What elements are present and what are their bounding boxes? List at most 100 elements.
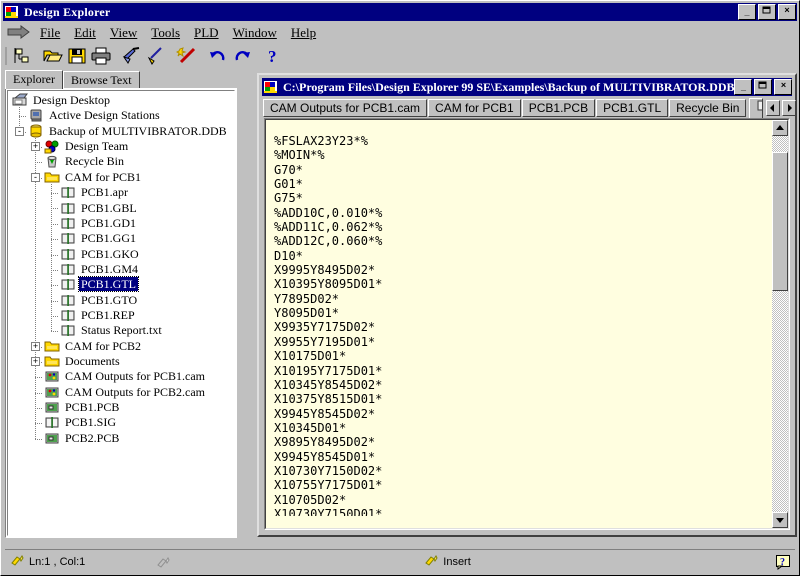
tree-item-label: Documents bbox=[63, 354, 122, 368]
desktop-icon bbox=[12, 93, 29, 108]
open-folder-icon[interactable] bbox=[42, 45, 64, 67]
folder-icon bbox=[44, 339, 61, 354]
tree-item[interactable]: CAM Outputs for PCB1.cam bbox=[8, 369, 234, 384]
scroll-up-button[interactable] bbox=[772, 120, 788, 136]
menu-item-edit[interactable]: Edit bbox=[67, 24, 103, 42]
tree-item-label: PCB1.REP bbox=[79, 308, 137, 322]
tree-item-label: PCB1.PCB bbox=[63, 400, 121, 414]
minimize-button[interactable]: _ bbox=[738, 4, 756, 20]
document-close-button[interactable]: × bbox=[774, 79, 792, 95]
undo-icon[interactable] bbox=[207, 45, 229, 67]
tree-item[interactable]: PCB1.GTO bbox=[8, 293, 234, 308]
document-icon bbox=[60, 201, 77, 216]
tree-expander[interactable]: + bbox=[31, 357, 40, 366]
document-title: C:\Program Files\Design Explorer 99 SE\E… bbox=[283, 80, 734, 95]
document-close-glyph: × bbox=[775, 79, 791, 91]
sig-icon bbox=[44, 415, 61, 430]
tree-item[interactable]: + Design Team bbox=[8, 139, 234, 154]
document-title-bar: C:\Program Files\Design Explorer 99 SE\E… bbox=[262, 78, 792, 96]
tree-item-label: PCB1.SIG bbox=[63, 415, 118, 429]
minimize-glyph: _ bbox=[739, 6, 755, 18]
tab-scroll-left-button[interactable] bbox=[766, 100, 780, 116]
menu-item-pld[interactable]: PLD bbox=[187, 24, 226, 42]
tree-item[interactable]: PCB1.GG1 bbox=[8, 231, 234, 246]
tree-item-label: Design Team bbox=[63, 139, 130, 153]
new-design-icon[interactable] bbox=[11, 45, 33, 67]
save-icon[interactable] bbox=[66, 45, 88, 67]
document-minimize-button[interactable]: _ bbox=[734, 79, 752, 95]
tree-item[interactable]: Design Desktop bbox=[8, 93, 234, 108]
insert-mode-icon bbox=[425, 555, 438, 569]
tree-expander[interactable]: - bbox=[31, 173, 40, 182]
help-icon[interactable]: ? bbox=[262, 45, 284, 67]
paste-icon[interactable] bbox=[145, 45, 167, 67]
tree-item[interactable]: -Backup of MULTIVIBRATOR.DDB bbox=[8, 124, 234, 139]
toolbar-separator-5 bbox=[254, 45, 261, 67]
document-tab[interactable]: CAM Outputs for PCB1.cam bbox=[263, 99, 427, 117]
status-bar: Ln:1 , Col:1 Insert ? bbox=[3, 551, 797, 573]
tree-item[interactable]: CAM Outputs for PCB2.cam bbox=[8, 385, 234, 400]
editor-vertical-scrollbar[interactable] bbox=[772, 120, 788, 528]
station-icon bbox=[28, 108, 45, 123]
document-tab[interactable]: Recycle Bin bbox=[669, 99, 746, 117]
folder-icon bbox=[44, 354, 61, 369]
tree-item[interactable]: PCB1.GM4 bbox=[8, 262, 234, 277]
scroll-up-arrow-icon bbox=[773, 121, 787, 135]
status-position-text: Ln:1 , Col:1 bbox=[29, 556, 85, 568]
tree-item[interactable]: PCB1.apr bbox=[8, 185, 234, 200]
menu-item-help[interactable]: Help bbox=[284, 24, 323, 42]
tree-item[interactable]: PCB1.GTL bbox=[8, 277, 234, 292]
pencil-grey-icon bbox=[157, 552, 170, 572]
tab-browse-text[interactable]: Browse Text bbox=[63, 71, 140, 89]
toolbar-separator-4 bbox=[199, 45, 206, 67]
tree-view[interactable]: Design DesktopActive Design Stations-Bac… bbox=[7, 90, 235, 536]
tree-item[interactable]: PCB1.GKO bbox=[8, 247, 234, 262]
menu-drag-handle-icon[interactable] bbox=[5, 24, 33, 42]
tab-explorer[interactable]: Explorer bbox=[5, 70, 63, 89]
tree-item[interactable]: PCB1.GD1 bbox=[8, 216, 234, 231]
document-restore-button[interactable] bbox=[754, 79, 772, 95]
help-question-icon[interactable]: ? bbox=[776, 555, 791, 570]
document-tab-active[interactable]: PCB1.GTL bbox=[749, 98, 763, 118]
tree-expander[interactable]: - bbox=[15, 127, 24, 136]
tree-item[interactable]: PCB1.GBL bbox=[8, 201, 234, 216]
explorer-tabs: Explorer Browse Text bbox=[5, 70, 140, 89]
document-tab[interactable]: CAM for PCB1 bbox=[428, 99, 521, 117]
explorer-panel: Explorer Browse Text Design DesktopActiv… bbox=[5, 70, 237, 538]
gerber-text-content[interactable]: %FSLAX23Y23*% %MOIN*% G70* G01* G75* %AD… bbox=[274, 134, 768, 516]
redo-icon[interactable] bbox=[231, 45, 253, 67]
tree-view-frame: Design DesktopActive Design Stations-Bac… bbox=[5, 88, 237, 538]
close-button[interactable]: × bbox=[778, 4, 796, 20]
tree-item[interactable]: PCB2.PCB bbox=[8, 431, 234, 446]
tree-item[interactable]: Recycle Bin bbox=[8, 154, 234, 169]
maximize-button[interactable] bbox=[758, 4, 776, 20]
tree-item[interactable]: + Documents bbox=[8, 354, 234, 369]
tree-item[interactable]: PCB1.PCB bbox=[8, 400, 234, 415]
folder-icon bbox=[44, 170, 61, 185]
document-icon bbox=[60, 231, 77, 246]
wizard-icon[interactable] bbox=[176, 45, 198, 67]
scroll-down-button[interactable] bbox=[772, 512, 788, 528]
print-icon[interactable] bbox=[90, 45, 112, 67]
tree-item-label: PCB1.GKO bbox=[79, 247, 141, 261]
scrollbar-thumb[interactable] bbox=[772, 152, 788, 291]
document-tab[interactable]: PCB1.GTL bbox=[596, 99, 668, 117]
document-icon bbox=[60, 262, 77, 277]
document-app-icon bbox=[263, 79, 279, 95]
menu-item-view[interactable]: View bbox=[103, 24, 144, 42]
tree-item[interactable]: PCB1.REP bbox=[8, 308, 234, 323]
tree-item[interactable]: -CAM for PCB1 bbox=[8, 170, 234, 185]
tab-scroll-right-button[interactable] bbox=[782, 100, 796, 116]
menu-item-tools[interactable]: Tools bbox=[144, 24, 187, 42]
menu-item-window[interactable]: Window bbox=[226, 24, 284, 42]
menu-item-file[interactable]: File bbox=[33, 24, 67, 42]
tree-item[interactable]: +CAM for PCB2 bbox=[8, 339, 234, 354]
status-position: Ln:1 , Col:1 bbox=[11, 552, 85, 572]
document-tab[interactable]: PCB1.PCB bbox=[522, 99, 595, 117]
cut-icon[interactable] bbox=[121, 45, 143, 67]
tree-item[interactable]: Active Design Stations bbox=[8, 108, 234, 123]
tree-item[interactable]: Status Report.txt bbox=[8, 323, 234, 338]
tree-expander[interactable]: + bbox=[31, 342, 40, 351]
tree-expander[interactable]: + bbox=[31, 142, 40, 151]
tree-item[interactable]: PCB1.SIG bbox=[8, 415, 234, 430]
